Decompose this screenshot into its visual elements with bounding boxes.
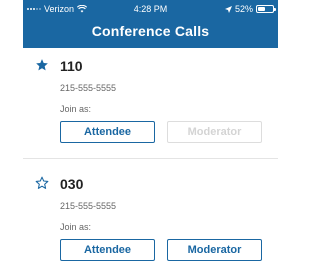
conference-phone: 215-555-5555 — [60, 201, 117, 211]
join-as-label: Join as: — [60, 222, 92, 232]
favorite-star-outline-icon[interactable] — [35, 176, 49, 190]
battery-icon — [256, 5, 276, 13]
join-moderator-button[interactable]: Moderator — [167, 239, 262, 261]
join-moderator-button-disabled: Moderator — [167, 121, 262, 143]
conference-number: 110 — [60, 58, 83, 74]
battery-percent: 52% — [234, 4, 253, 14]
join-as-label: Join as: — [60, 104, 92, 114]
join-attendee-button[interactable]: Attendee — [60, 239, 155, 261]
status-bar: Verizon 4:28 PM 52% — [23, 0, 278, 18]
join-attendee-button[interactable]: Attendee — [60, 121, 155, 143]
favorite-star-filled-icon[interactable] — [35, 58, 49, 72]
location-arrow-icon — [224, 5, 232, 13]
conference-item: 110 215-555-5555 Join as: Attendee Moder… — [23, 48, 278, 158]
conference-item: 030 215-555-5555 Join as: Attendee Moder… — [23, 166, 278, 276]
status-right: 52% — [224, 4, 276, 14]
divider — [23, 158, 278, 159]
page-title: Conference Calls — [91, 23, 210, 39]
conference-phone: 215-555-5555 — [60, 83, 117, 93]
battery-level-fill — [258, 7, 266, 11]
conference-number: 030 — [60, 176, 84, 192]
app-header: Verizon 4:28 PM 52% Conference Calls — [23, 0, 278, 48]
